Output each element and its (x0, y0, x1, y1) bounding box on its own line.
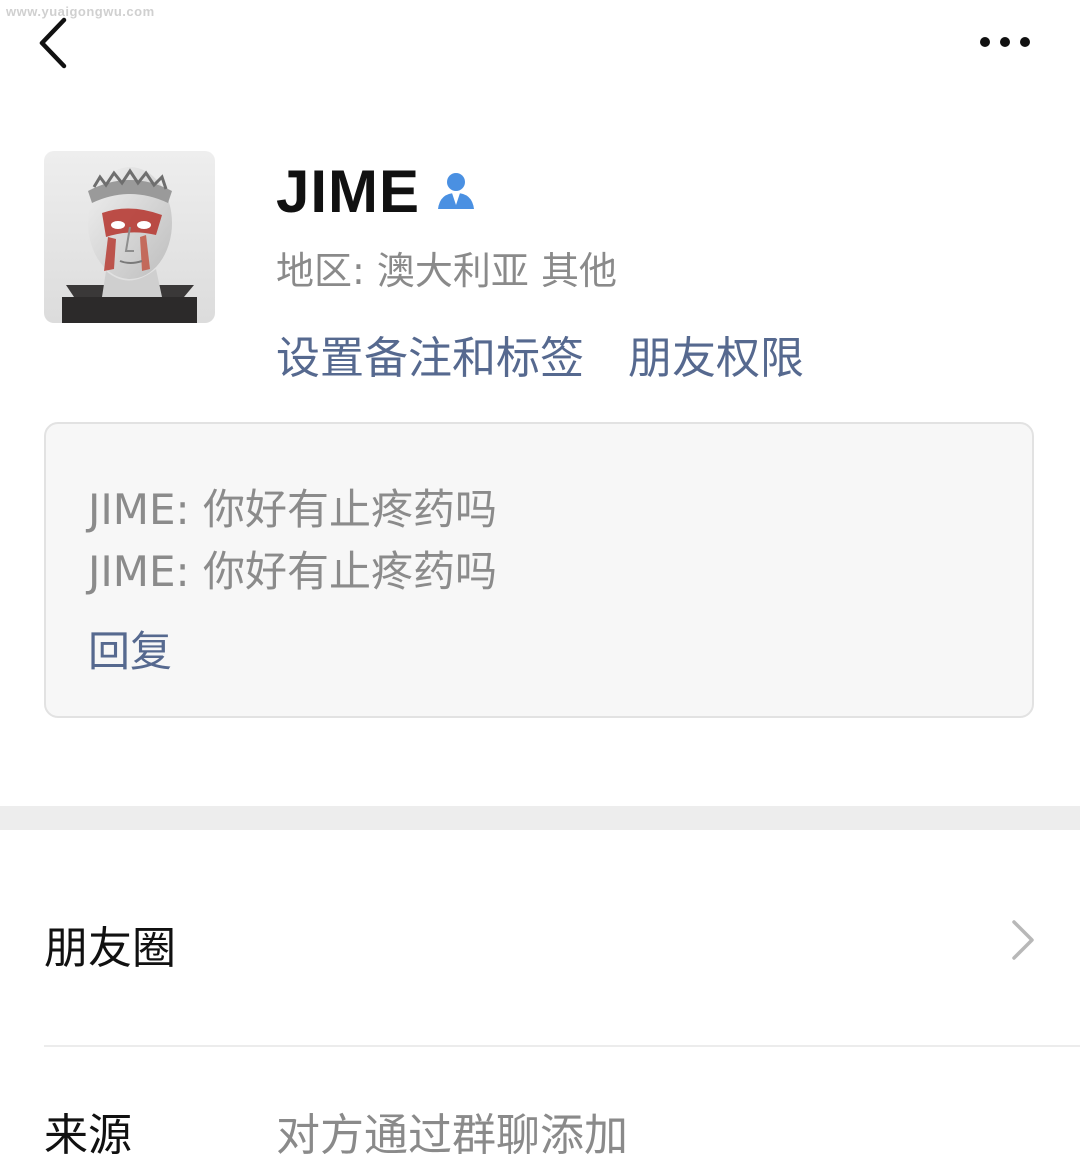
top-bar (0, 0, 1080, 90)
chevron-left-icon (39, 17, 67, 69)
contact-name: JIME (276, 157, 421, 225)
greeting-message: JIME: 你好有止疼药吗 (88, 485, 498, 534)
friend-permissions-link[interactable]: 朋友权限 (628, 333, 804, 384)
greeting-message-box: JIME: 你好有止疼药吗 JIME: 你好有止疼药吗 回复 (44, 422, 1034, 718)
name-row: JIME (276, 156, 478, 226)
greeting-message: JIME: 你好有止疼药吗 (88, 547, 498, 596)
profile-actions: 设置备注和标签 朋友权限 (276, 322, 804, 386)
chevron-right-icon (1012, 920, 1034, 960)
source-label: 来源 (44, 1110, 132, 1161)
region-label: 地区: (276, 249, 377, 293)
moments-label: 朋友圈 (44, 923, 176, 974)
source-row: 来源 对方通过群聊添加 (0, 1047, 1080, 1161)
back-button[interactable] (30, 14, 80, 72)
section-separator (0, 806, 1080, 830)
set-remark-link[interactable]: 设置备注和标签 (276, 333, 584, 384)
ellipsis-icon (980, 37, 1030, 47)
more-button[interactable] (970, 22, 1040, 62)
region-info: 地区: 澳大利亚 其他 (276, 240, 617, 295)
avatar-image (44, 151, 215, 323)
person-icon (438, 173, 475, 209)
region-value: 澳大利亚 其他 (376, 249, 617, 293)
avatar[interactable] (44, 151, 215, 323)
moments-row[interactable]: 朋友圈 (0, 830, 1080, 1046)
source-value: 对方通过群聊添加 (276, 1110, 628, 1161)
reply-link[interactable]: 回复 (88, 618, 172, 679)
